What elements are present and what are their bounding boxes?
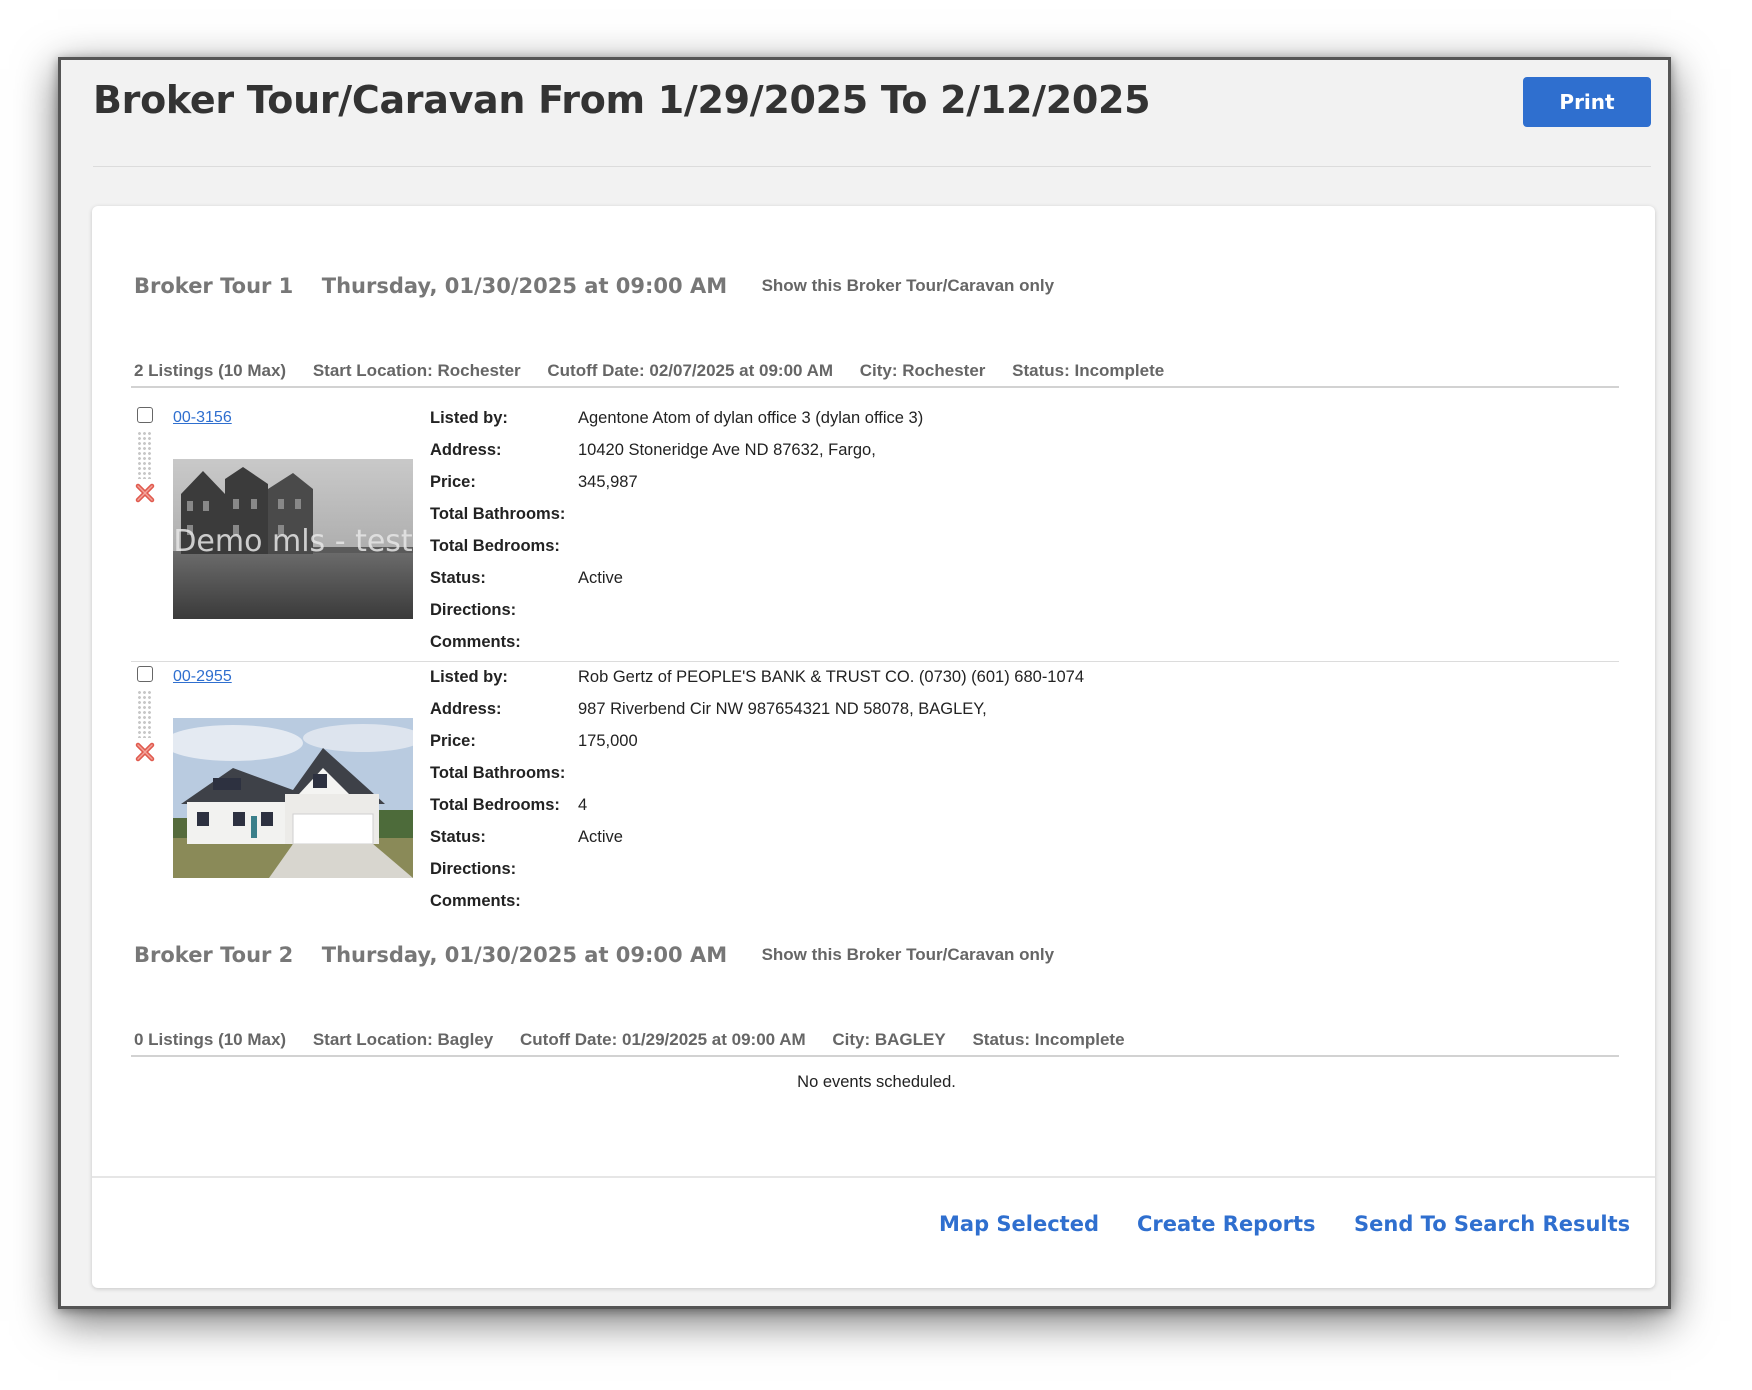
listings-count: 2 Listings (10 Max) (134, 361, 287, 380)
start-location: Start Location: Bagley (312, 1030, 494, 1049)
tour-status: Status: Incomplete (972, 1030, 1125, 1049)
tour-name: Broker Tour 1 (134, 274, 294, 298)
field-total-bathrooms: Total Bathrooms: (430, 764, 566, 782)
photo-watermark: Demo mls - test (173, 524, 413, 559)
show-tour-only-link[interactable]: Show this Broker Tour/Caravan only (762, 276, 1055, 296)
tour-date: Thursday, 01/30/2025 at 09:00 AM (321, 274, 728, 298)
listing-row: 00-2955 Listed by: Rob Gertz of PEOPLE'S… (131, 662, 1619, 920)
field-status: Status: Active (430, 569, 623, 587)
tour-meta: 2 Listings (10 Max) Start Location: Roch… (131, 361, 1619, 388)
field-price: Price: 175,000 (430, 732, 638, 750)
listing-photo[interactable] (173, 718, 413, 878)
field-directions: Directions: (430, 601, 517, 619)
listings-count: 0 Listings (10 Max) (134, 1030, 287, 1049)
field-listed-by: Listed by: Rob Gertz of PEOPLE'S BANK & T… (430, 668, 1085, 686)
show-tour-only-link[interactable]: Show this Broker Tour/Caravan only (762, 945, 1055, 965)
print-button[interactable]: Print (1523, 77, 1651, 127)
field-price: Price: 345,987 (430, 473, 638, 491)
remove-x-icon[interactable] (133, 481, 157, 505)
cutoff-date: Cutoff Date: 02/07/2025 at 09:00 AM (547, 361, 834, 380)
tour-date: Thursday, 01/30/2025 at 09:00 AM (321, 943, 728, 967)
start-location: Start Location: Rochester (312, 361, 521, 380)
cutoff-date: Cutoff Date: 01/29/2025 at 09:00 AM (520, 1030, 806, 1049)
tour-status: Status: Incomplete (1012, 361, 1165, 380)
tour-meta: 0 Listings (10 Max) Start Location: Bagl… (131, 1030, 1619, 1057)
listing-fields: Listed by: Rob Gertz of PEOPLE'S BANK & T… (430, 668, 1084, 924)
mls-number-link[interactable]: 00-2955 (173, 668, 232, 686)
tour-header: Broker Tour 2 Thursday, 01/30/2025 at 09… (134, 943, 1054, 973)
tour-city: City: Rochester (859, 361, 986, 380)
map-selected-button[interactable]: Map Selected (939, 1212, 1099, 1236)
mls-number-link[interactable]: 00-3156 (173, 409, 232, 427)
field-comments: Comments: (430, 892, 521, 910)
field-directions: Directions: (430, 860, 517, 878)
create-reports-button[interactable]: Create Reports (1137, 1212, 1316, 1236)
listing-photo[interactable]: Demo mls - test (173, 459, 413, 619)
page-title: Broker Tour/Caravan From 1/29/2025 To 2/… (93, 78, 1151, 122)
remove-x-icon[interactable] (133, 740, 157, 764)
listing-checkbox[interactable] (137, 407, 153, 423)
field-total-bathrooms: Total Bathrooms: (430, 505, 566, 523)
tour-name: Broker Tour 2 (134, 943, 294, 967)
footer-divider (92, 1176, 1655, 1178)
field-comments: Comments: (430, 633, 521, 651)
send-to-search-results-button[interactable]: Send To Search Results (1354, 1212, 1630, 1236)
tours-card: Broker Tour 1 Thursday, 01/30/2025 at 09… (92, 206, 1655, 1288)
drag-handle-icon[interactable] (137, 690, 153, 738)
empty-message: No events scheduled. (797, 1073, 956, 1091)
field-listed-by: Listed by: Agentone Atom of dylan office … (430, 409, 924, 427)
tour-city: City: BAGLEY (832, 1030, 946, 1049)
field-status: Status: Active (430, 828, 623, 846)
field-address: Address: 987 Riverbend Cir NW 987654321 N… (430, 700, 987, 718)
listing-checkbox[interactable] (137, 666, 153, 682)
listing-fields: Listed by: Agentone Atom of dylan office … (430, 409, 923, 665)
field-address: Address: 10420 Stoneridge Ave ND 87632, F… (430, 441, 876, 459)
title-divider (93, 166, 1651, 167)
drag-handle-icon[interactable] (137, 431, 153, 479)
listing-row: 00-3156 Demo mls - test Listed by: Agent… (131, 403, 1619, 662)
tour-header: Broker Tour 1 Thursday, 01/30/2025 at 09… (134, 274, 1054, 304)
field-total-bedrooms: Total Bedrooms: (430, 537, 560, 555)
broker-tour-dialog: Broker Tour/Caravan From 1/29/2025 To 2/… (58, 57, 1671, 1309)
field-total-bedrooms: Total Bedrooms: 4 (430, 796, 588, 814)
